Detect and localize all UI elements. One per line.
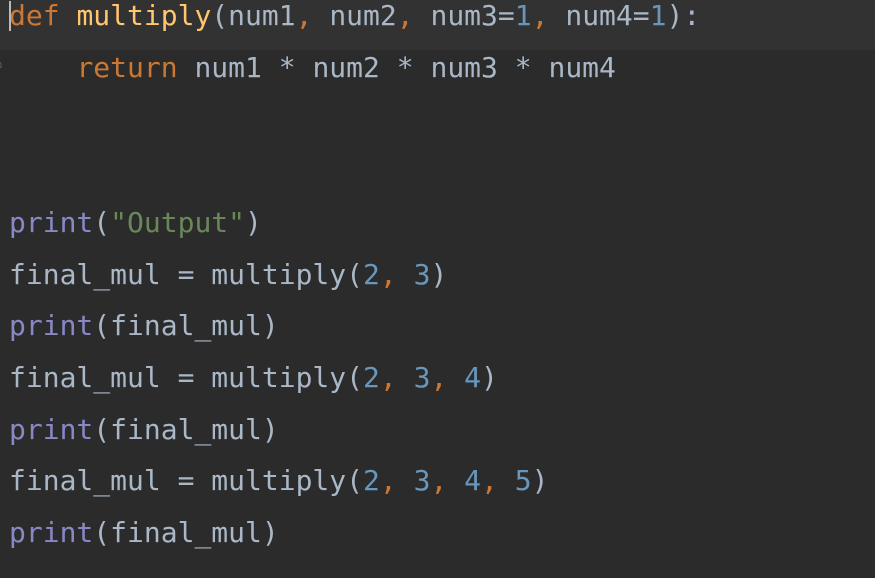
code-line[interactable]: print(final_mul): [0, 515, 875, 567]
code-line-text: final_mul = multiply(2, 3): [9, 257, 447, 293]
code-token: print: [9, 309, 94, 343]
code-token: (final_mul): [93, 309, 279, 343]
code-line-text: final_mul = multiply(2, 3, 4): [9, 360, 498, 396]
code-line[interactable]: def multiply(num1, num2, num3=1, num4=1)…: [0, 0, 875, 50]
code-token: ,: [531, 0, 566, 32]
code-token: num2: [329, 0, 397, 32]
code-token: ):: [666, 0, 701, 32]
code-token: def: [9, 0, 60, 32]
code-token: ,: [295, 0, 330, 32]
code-token: num4=: [565, 0, 650, 32]
code-token: 2: [363, 257, 380, 291]
code-token: (num1: [211, 0, 296, 32]
code-token: 1: [649, 0, 667, 32]
code-token: ,: [379, 257, 414, 291]
code-line-text: return num1 * num2 * num3 * num4: [9, 50, 616, 86]
code-line-text: final_mul = multiply(2, 3, 4, 5): [9, 463, 548, 499]
code-token: 4: [464, 360, 482, 394]
code-token: ,: [396, 0, 431, 32]
code-token: final_mul = multiply(: [9, 464, 364, 498]
code-line-text: print(final_mul): [9, 308, 279, 344]
code-line[interactable]: final_mul = multiply(2, 3, 4): [0, 360, 875, 412]
code-line-text: print("Output"): [9, 205, 262, 241]
code-line[interactable]: [0, 153, 875, 205]
code-token: return: [76, 50, 178, 84]
code-token: (: [93, 205, 111, 239]
code-token: ): [245, 205, 262, 239]
code-line-text: print(final_mul): [9, 515, 279, 551]
code-token: num1 * num2 * num3 * num4: [177, 50, 616, 84]
code-token: 3: [413, 360, 431, 394]
code-line[interactable]: final_mul = multiply(2, 3): [0, 257, 875, 309]
code-line[interactable]: print("Output"): [0, 205, 875, 257]
code-token: num3=: [430, 0, 515, 32]
code-token: 1: [514, 0, 532, 32]
code-editor[interactable]: ⌂ def multiply(num1, num2, num3=1, num4=…: [0, 0, 875, 578]
code-token: ,: [481, 464, 515, 498]
text-caret: [9, 1, 11, 31]
code-token: ,: [379, 360, 414, 394]
code-token: final_mul = multiply(: [9, 360, 364, 394]
code-line-text: def multiply(num1, num2, num3=1, num4=1)…: [9, 0, 700, 34]
code-token: ,: [430, 464, 465, 498]
code-line-text: print(final_mul): [9, 412, 279, 448]
code-token: ): [531, 464, 549, 498]
code-line[interactable]: print(final_mul): [0, 412, 875, 464]
code-token: print: [9, 516, 94, 549]
code-token: ): [430, 257, 448, 291]
code-token: 3: [413, 257, 431, 291]
code-line[interactable]: print(final_mul): [0, 308, 875, 360]
code-line[interactable]: final_mul = multiply(2, 3, 4, 5): [0, 463, 875, 515]
code-token: (final_mul): [93, 516, 279, 549]
code-token: print: [9, 205, 94, 239]
code-token: (final_mul): [93, 412, 279, 446]
code-token: 5: [514, 464, 532, 498]
code-token: ,: [430, 360, 465, 394]
code-line[interactable]: return num1 * num2 * num3 * num4: [0, 50, 875, 102]
code-token: ,: [379, 464, 414, 498]
code-token: print: [9, 412, 94, 446]
code-token: 3: [413, 464, 431, 498]
code-token: 2: [363, 360, 380, 394]
code-token: final_mul = multiply(: [9, 257, 364, 291]
code-token: "Output": [110, 205, 246, 239]
code-token: 2: [363, 464, 380, 498]
code-line[interactable]: [0, 101, 875, 153]
code-token: 4: [464, 464, 482, 498]
code-token: ): [481, 360, 498, 394]
code-token: multiply: [76, 0, 212, 32]
